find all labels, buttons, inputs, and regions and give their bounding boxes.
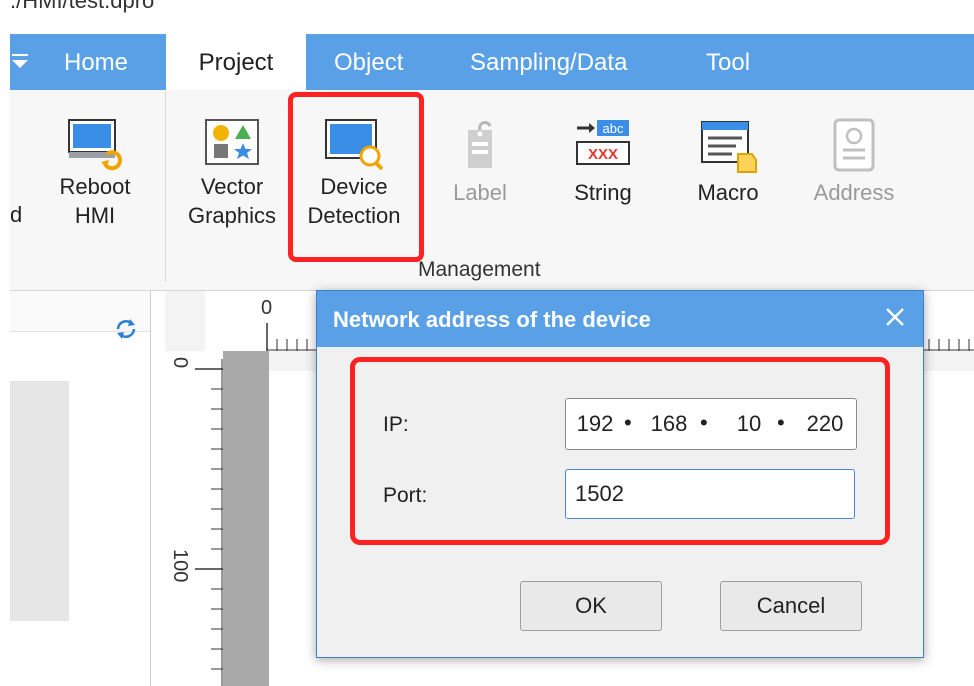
- device-detection-highlight: [288, 92, 424, 262]
- vector-graphics-icon: [205, 119, 259, 165]
- vector-graphics-button[interactable]: Vector Graphics: [182, 116, 282, 230]
- ip-octet-3[interactable]: 10: [726, 411, 772, 437]
- ip-octet-1[interactable]: 192: [572, 411, 618, 437]
- title-bar: ./HMI/test.dpro: [10, 0, 974, 34]
- ok-button[interactable]: OK: [520, 581, 662, 631]
- ip-octet-4[interactable]: 220: [802, 411, 848, 437]
- ip-separator: •: [700, 410, 708, 435]
- string-icon-abc-text: abc: [603, 121, 624, 136]
- vruler-hundred: 100: [169, 549, 191, 583]
- vruler-zero: 0: [169, 357, 191, 369]
- address-button[interactable]: Address: [804, 116, 904, 207]
- port-input[interactable]: [565, 469, 855, 519]
- tab-tool[interactable]: Tool: [706, 34, 750, 90]
- ip-address-field[interactable]: 192 • 168 • 10 • 220: [565, 398, 857, 450]
- reboot-hmi-button[interactable]: Reboot HMI: [48, 116, 142, 230]
- tab-project[interactable]: Project: [166, 34, 306, 90]
- macro-icon: [701, 121, 757, 173]
- refresh-icon[interactable]: [114, 317, 138, 341]
- tag-label-icon: [468, 121, 492, 168]
- window-title: ./HMI/test.dpro: [10, 0, 155, 13]
- ribbon-group-label: Management: [418, 258, 541, 281]
- ribbon-tab-bar: Home Project Object Sampling/Data Tool: [10, 34, 974, 90]
- quick-menu-dropdown-icon[interactable]: [10, 52, 34, 74]
- hruler-ticks-right: [923, 339, 974, 351]
- close-icon[interactable]: [883, 305, 907, 329]
- cancel-button[interactable]: Cancel: [720, 581, 862, 631]
- port-label: Port:: [383, 484, 428, 507]
- macro-button[interactable]: Macro: [686, 116, 770, 207]
- project-tree-panel: [10, 291, 151, 686]
- cut-off-button[interactable]: d: [10, 200, 22, 229]
- ip-separator: •: [777, 410, 785, 435]
- ip-separator: •: [624, 410, 632, 435]
- tab-object[interactable]: Object: [334, 34, 403, 90]
- ip-octet-2[interactable]: 168: [646, 411, 692, 437]
- tab-sampling-data[interactable]: Sampling/Data: [470, 34, 627, 90]
- dialog-title-bar: Network address of the device: [317, 291, 923, 347]
- hruler-zero: 0: [261, 297, 273, 319]
- canvas-border: [223, 351, 269, 686]
- ip-label: IP:: [383, 413, 409, 436]
- address-icon: [833, 118, 875, 172]
- dialog-title: Network address of the device: [333, 307, 651, 332]
- string-icon: abc XXX: [576, 120, 630, 165]
- tree-placeholder: [10, 381, 69, 621]
- vruler-ticks: [195, 359, 223, 686]
- ribbon-panel: d Reboot HMI Vector Graphics Device Dete…: [10, 90, 974, 291]
- ribbon-separator: [165, 92, 166, 282]
- tab-home[interactable]: Home: [64, 34, 128, 90]
- label-button[interactable]: Label: [440, 116, 520, 207]
- network-address-dialog: Network address of the device IP: 192 • …: [316, 290, 924, 658]
- string-icon-xxx-text: XXX: [588, 146, 618, 163]
- string-button[interactable]: abc XXX String: [558, 116, 648, 207]
- reboot-hmi-icon: [68, 119, 123, 171]
- vertical-ruler: 0 100: [165, 351, 223, 686]
